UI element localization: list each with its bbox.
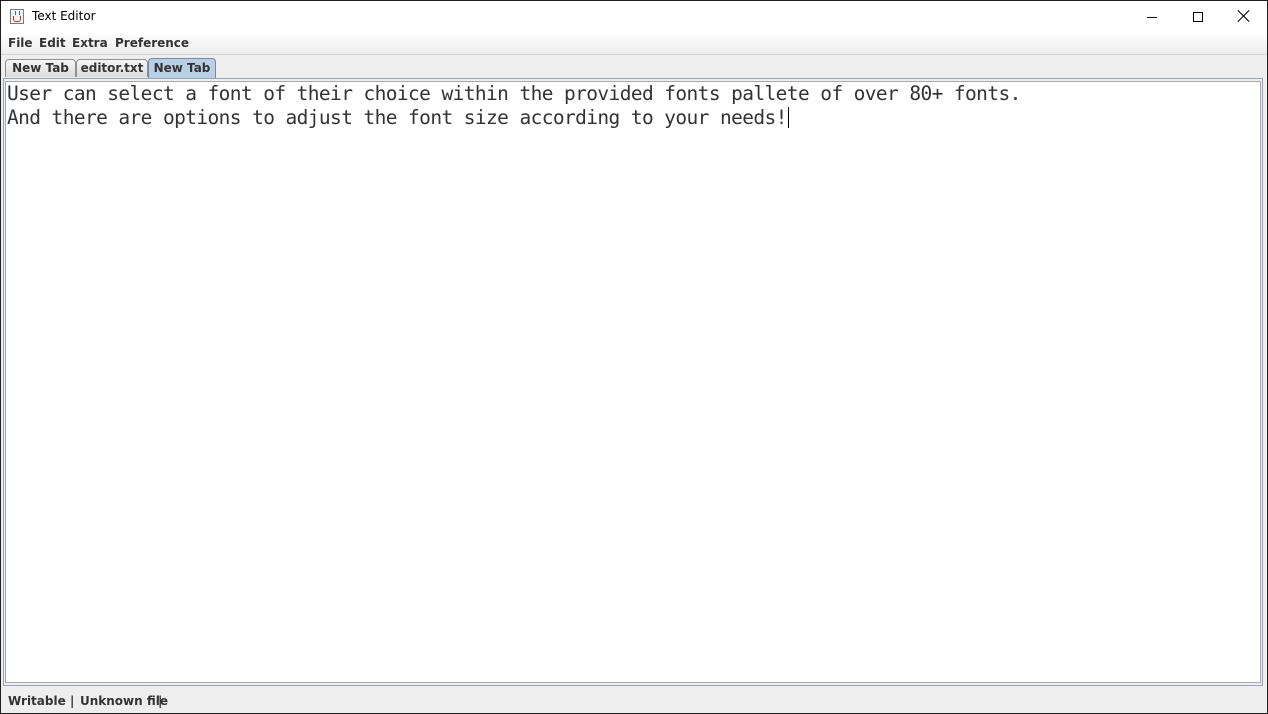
close-icon	[1237, 9, 1251, 23]
tab-new-tab-1[interactable]: New Tab	[5, 59, 76, 77]
menu-edit[interactable]: Edit	[39, 36, 66, 50]
minimize-button[interactable]	[1129, 1, 1175, 33]
menu-bar: File Edit Extra Preference	[1, 33, 1267, 55]
status-mode: Writable	[8, 694, 66, 708]
text-area[interactable]: User can select a font of their choice w…	[5, 81, 1261, 683]
text-line: User can select a font of their choice w…	[7, 82, 1021, 105]
maximize-icon	[1193, 12, 1203, 22]
status-separator-end: |	[158, 694, 163, 708]
text-line-with-caret: And there are options to adjust the font…	[7, 106, 1260, 130]
close-button[interactable]	[1221, 1, 1267, 33]
status-separator: |	[70, 694, 75, 708]
menu-extra[interactable]: Extra	[72, 36, 108, 50]
menu-preference[interactable]: Preference	[115, 36, 189, 50]
menu-file[interactable]: File	[8, 36, 33, 50]
window-title: Text Editor	[32, 9, 96, 23]
tab-editor-txt[interactable]: editor.txt	[76, 59, 148, 77]
minimize-icon	[1147, 17, 1157, 18]
java-cup-icon	[10, 9, 24, 24]
text-line-content: And there are options to adjust the font…	[7, 106, 787, 129]
text-caret	[787, 107, 789, 128]
title-bar[interactable]: Text Editor	[1, 1, 1267, 33]
status-file: Unknown file	[80, 694, 169, 708]
status-bar: Writable | Unknown file |	[1, 687, 1267, 713]
text-editor-window: Text Editor File Edit Extra Preference N…	[0, 0, 1268, 714]
maximize-button[interactable]	[1175, 1, 1221, 33]
tab-strip: New Tab editor.txt New Tab	[1, 55, 1267, 78]
tab-new-tab-2[interactable]: New Tab	[148, 58, 216, 78]
